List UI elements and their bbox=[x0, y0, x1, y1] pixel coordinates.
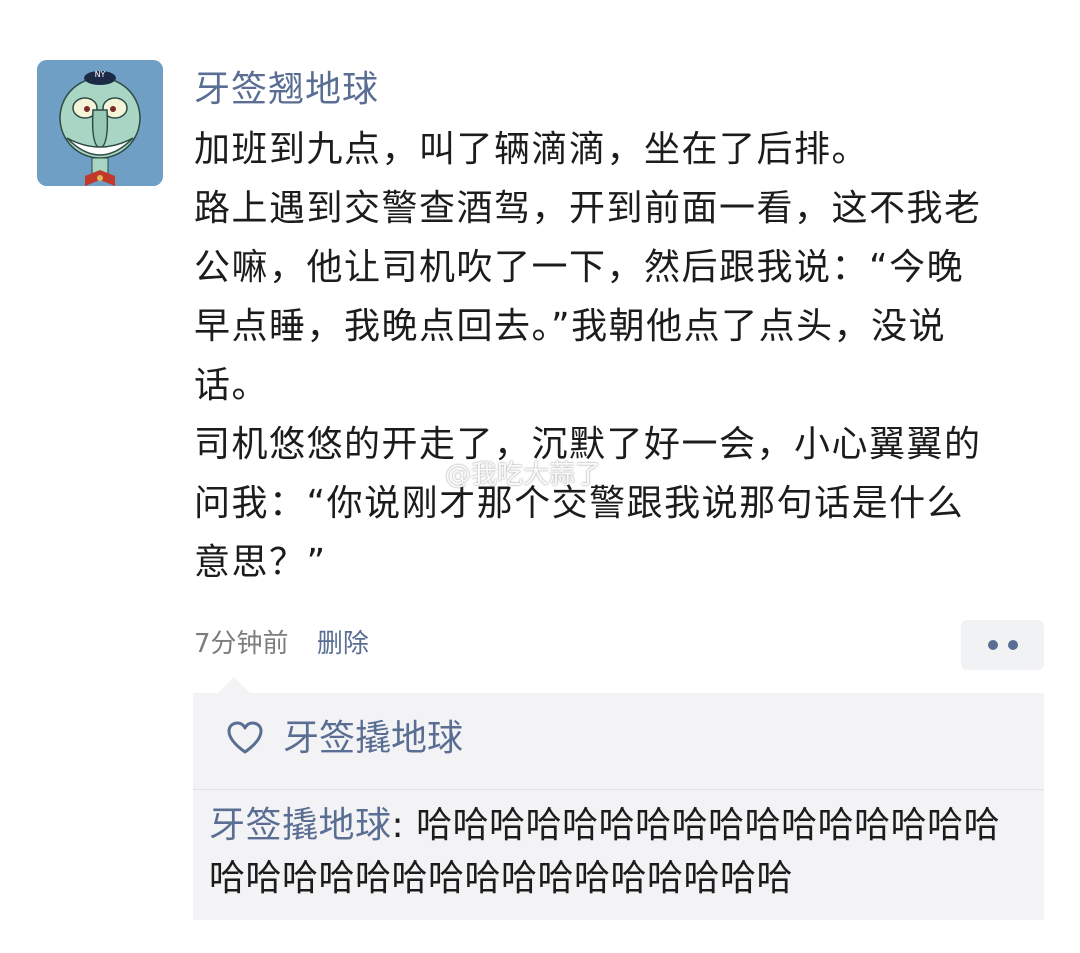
post-content: 加班到九点，叫了辆滴滴，坐在了后排。 路上遇到交警查酒驾，开到前面一看，这不我老… bbox=[194, 120, 984, 592]
heart-outline-icon bbox=[227, 721, 263, 754]
like-user-name[interactable]: 牙签撬地球 bbox=[283, 715, 463, 763]
more-dot-icon bbox=[987, 640, 998, 650]
avatar[interactable]: NY bbox=[37, 60, 163, 186]
post-paragraph: 路上遇到交警查酒驾，开到前面一看，这不我老公嘛，他让司机吹了一下，然后跟我说：“… bbox=[194, 188, 982, 406]
post-paragraph: 加班到九点，叫了辆滴滴，坐在了后排。 bbox=[194, 129, 870, 170]
comment-item[interactable]: 牙签撬地球: 哈哈哈哈哈哈哈哈哈哈哈哈哈哈哈哈哈哈哈哈哈哈哈哈哈哈哈哈哈哈哈哈 bbox=[209, 799, 1035, 905]
moments-post: NY 牙签翘地球 加班到九点，叫了辆滴滴，坐在了后排。 路上遇到交警查酒驾，开到… bbox=[0, 0, 1080, 953]
svg-text:NY: NY bbox=[95, 70, 106, 79]
post-meta: 7分钟前 删除 bbox=[194, 624, 369, 664]
likes-row: 牙签撬地球 bbox=[193, 693, 1044, 790]
comment-separator: : bbox=[391, 805, 417, 846]
post-paragraph: 司机悠悠的开走了，沉默了好一会，小心翼翼的问我：“你说刚才那个交警跟我说那句话是… bbox=[194, 424, 982, 583]
more-dot-icon bbox=[1007, 640, 1018, 650]
panel-caret bbox=[218, 677, 250, 693]
interaction-panel: 牙签撬地球 牙签撬地球: 哈哈哈哈哈哈哈哈哈哈哈哈哈哈哈哈哈哈哈哈哈哈哈哈哈哈哈… bbox=[193, 677, 1044, 920]
squidward-avatar-icon: NY bbox=[37, 60, 163, 186]
delete-link[interactable]: 删除 bbox=[317, 629, 369, 659]
comment-author[interactable]: 牙签撬地球 bbox=[209, 805, 392, 846]
more-actions-button[interactable] bbox=[961, 620, 1044, 670]
post-time: 7分钟前 bbox=[194, 629, 289, 659]
post-author-name[interactable]: 牙签翘地球 bbox=[194, 62, 379, 118]
